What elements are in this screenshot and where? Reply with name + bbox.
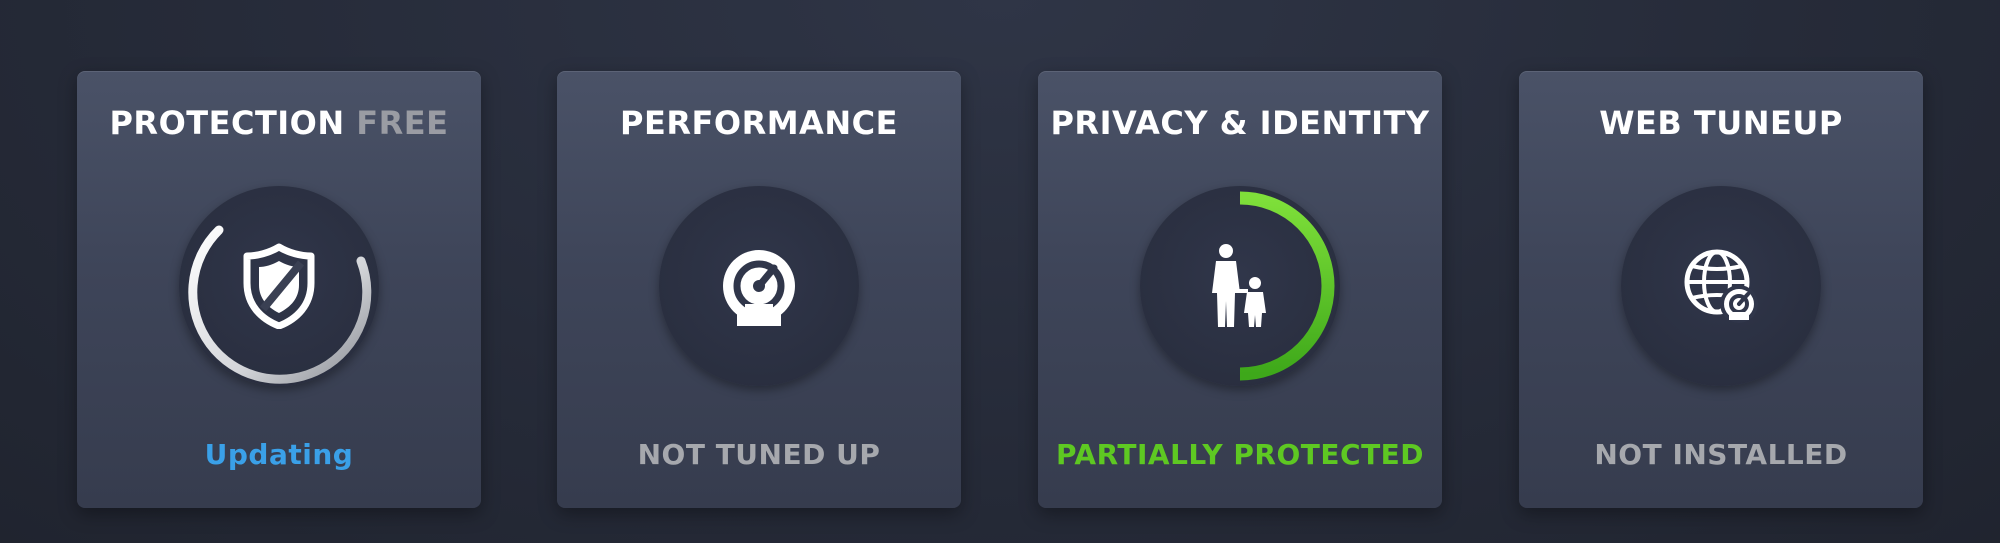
- status-circle: [659, 186, 859, 386]
- tile-title: PROTECTION FREE: [77, 104, 481, 142]
- tile-protection[interactable]: PROTECTION FREE Updating: [77, 71, 481, 508]
- family-icon: [1212, 244, 1266, 327]
- tile-performance[interactable]: PERFORMANCE NOT TUNED UP: [557, 71, 961, 508]
- status-text: PARTIALLY PROTECTED: [1055, 438, 1425, 471]
- tile-title-text: PROTECTION: [109, 104, 345, 142]
- status-circle: [1621, 186, 1821, 386]
- tile-web-tuneup[interactable]: WEB TUNEUP NOT INSTALLED: [1519, 71, 1923, 508]
- status-circle: [179, 186, 379, 386]
- status-tiles: PROTECTION FREE Updating PERFORMANCE NOT…: [77, 71, 1923, 509]
- status-text: NOT TUNED UP: [637, 438, 881, 471]
- tile-title-text: PERFORMANCE: [620, 104, 898, 142]
- tile-title: WEB TUNEUP: [1519, 104, 1923, 142]
- tile-title-suffix: FREE: [356, 104, 449, 142]
- globe-speed-icon: [1684, 249, 1758, 323]
- tile-title-text: WEB TUNEUP: [1599, 104, 1843, 142]
- tile-privacy-identity[interactable]: PRIVACY & IDENTITY PARTIALLY PROTECTED: [1038, 71, 1442, 508]
- status-text: NOT INSTALLED: [1594, 438, 1848, 471]
- status-circle: [1140, 186, 1340, 386]
- tile-title-text: PRIVACY & IDENTITY: [1050, 104, 1430, 142]
- tile-title: PRIVACY & IDENTITY: [1038, 104, 1442, 142]
- status-text: Updating: [204, 438, 354, 471]
- speedometer-icon: [723, 250, 795, 326]
- tile-title: PERFORMANCE: [557, 104, 961, 142]
- shield-icon: [243, 243, 315, 329]
